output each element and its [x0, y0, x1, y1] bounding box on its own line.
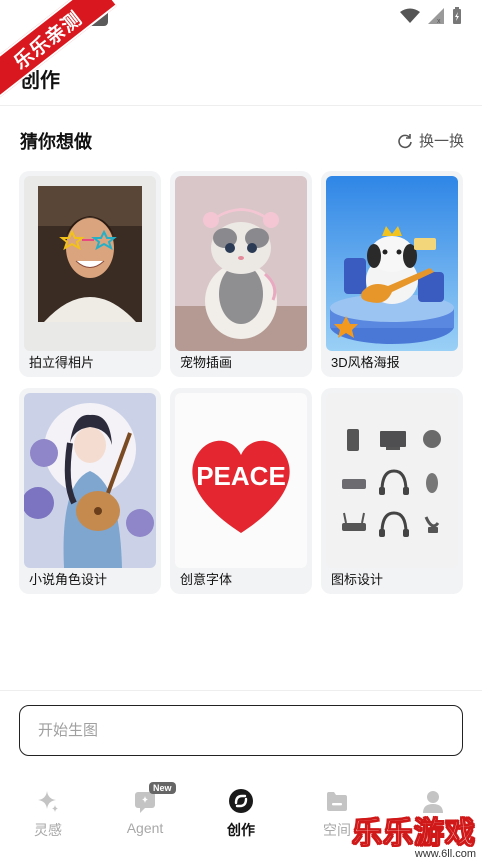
suggestions-header: 猜你想做 换一换: [20, 128, 464, 152]
svg-text:PEACE: PEACE: [196, 461, 286, 491]
nav-label: 灵感: [34, 822, 62, 838]
svg-text:x: x: [437, 18, 441, 24]
composer-divider: [0, 690, 482, 691]
card-label: 创意字体: [180, 572, 233, 587]
card-label: 拍立得相片: [29, 355, 95, 370]
kitten-illustration-image: [175, 176, 307, 351]
card-polaroid-photo[interactable]: 拍立得相片: [19, 171, 161, 377]
refresh-label: 换一换: [418, 133, 464, 150]
card-novel-character[interactable]: 小说角色设计: [19, 388, 161, 594]
watermark-game-logo: 乐乐游戏 www.6ll.com: [352, 808, 477, 858]
refresh-button[interactable]: 换一换: [397, 130, 464, 151]
create-swirl-icon: [229, 789, 253, 813]
card-icon-design[interactable]: 图标设计: [321, 388, 463, 594]
signal-icon: x: [428, 8, 444, 24]
folder-icon: [327, 792, 347, 811]
card-3d-poster[interactable]: 3D风格海报: [321, 171, 463, 377]
card-label: 小说角色设计: [29, 572, 108, 587]
prompt-input[interactable]: [20, 706, 462, 755]
sparkle-icon: [38, 791, 58, 812]
watermark-game-text: 乐乐游戏: [352, 817, 476, 851]
nav-label: 创作: [227, 822, 255, 838]
refresh-icon: [398, 133, 412, 148]
3d-dog-guitar-image: [326, 176, 458, 351]
nav-item-agent[interactable]: New Agent: [115, 782, 176, 836]
nav-item-create[interactable]: 创作: [211, 788, 271, 840]
card-label: 宠物插画: [180, 355, 233, 370]
card-label: 图标设计: [331, 572, 384, 587]
peace-heart-image: PEACE: [175, 393, 307, 568]
nav-item-inspiration[interactable]: 灵感: [18, 788, 78, 840]
nav-label: Agent: [126, 820, 164, 836]
card-label: 3D风格海报: [331, 355, 400, 370]
title-divider: [0, 105, 482, 106]
new-badge: New: [149, 782, 176, 794]
battery-icon: [453, 7, 461, 24]
wifi-icon: [400, 8, 420, 23]
portrait-polaroid-image: [24, 176, 156, 351]
card-creative-font[interactable]: PEACE 创意字体: [170, 388, 312, 594]
status-icons: x: [400, 7, 462, 25]
device-icons-image: [326, 393, 458, 568]
card-pet-illustration[interactable]: 宠物插画: [170, 171, 312, 377]
anime-girl-lute-image: [24, 393, 156, 568]
composer-box[interactable]: [19, 705, 463, 756]
suggestions-title: 猜你想做: [20, 132, 92, 152]
